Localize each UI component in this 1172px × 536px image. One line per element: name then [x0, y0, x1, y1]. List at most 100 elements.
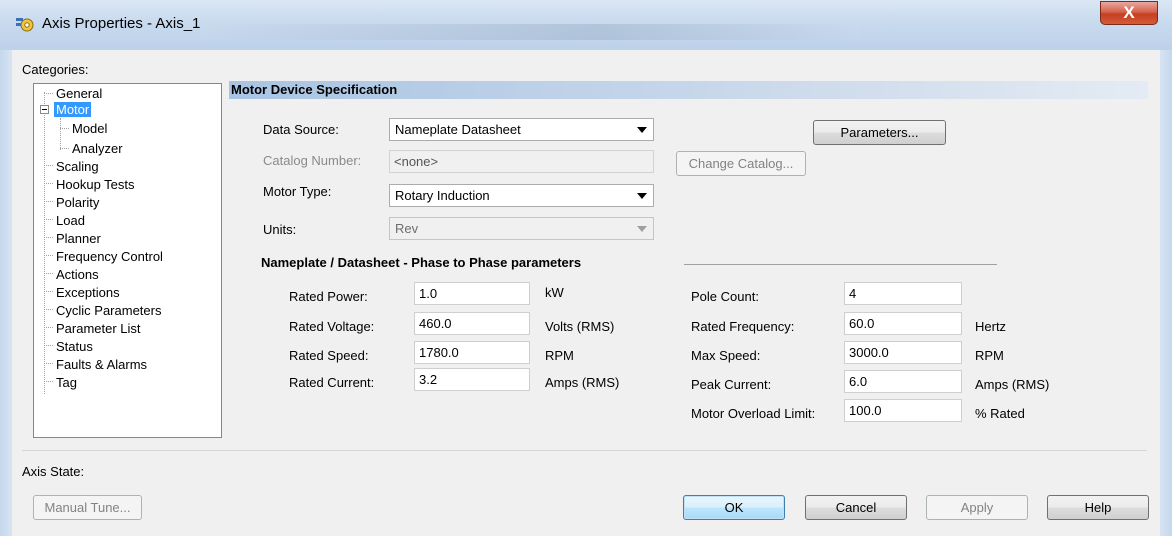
tree-item-cyclic-parameters[interactable]: Cyclic Parameters — [56, 303, 161, 318]
tree-connector — [44, 309, 53, 310]
footer-separator — [22, 450, 1147, 451]
pole-count-value: 4 — [849, 286, 857, 301]
tree-item-load[interactable]: Load — [56, 213, 85, 228]
tree-connector — [44, 183, 53, 184]
tree-connector — [44, 165, 53, 166]
catalog-number-label: Catalog Number: — [263, 153, 362, 168]
max-speed-unit: RPM — [975, 348, 1004, 363]
tree-connector — [60, 148, 69, 149]
peak-current-value: 6.0 — [849, 374, 868, 389]
close-icon: X — [1123, 3, 1135, 22]
help-button[interactable]: Help — [1047, 495, 1149, 520]
dropdown-arrow-icon — [637, 193, 647, 199]
motor-type-label: Motor Type: — [263, 184, 332, 199]
tree-item-exceptions[interactable]: Exceptions — [56, 285, 120, 300]
apply-button[interactable]: Apply — [926, 495, 1028, 520]
rated-power-field[interactable]: 1.0 — [414, 282, 530, 305]
rated-speed-label: Rated Speed: — [289, 348, 369, 363]
tree-item-actions[interactable]: Actions — [56, 267, 99, 282]
tree-item-parameter-list[interactable]: Parameter List — [56, 321, 141, 336]
max-speed-field[interactable]: 3000.0 — [844, 341, 962, 364]
categories-label: Categories: — [22, 62, 89, 77]
tree-connector — [44, 381, 53, 382]
tree-item-hookup-tests[interactable]: Hookup Tests — [56, 177, 135, 192]
rated-power-value: 1.0 — [419, 286, 438, 301]
motor-overload-limit-unit: % Rated — [975, 406, 1025, 421]
ok-button[interactable]: OK — [683, 495, 785, 520]
tree-item-tag[interactable]: Tag — [56, 375, 77, 390]
tree-connector — [44, 237, 53, 238]
section-title: Motor Device Specification — [231, 82, 398, 97]
parameters-button[interactable]: Parameters... — [813, 120, 946, 145]
data-source-select[interactable]: Nameplate Datasheet — [389, 118, 654, 141]
tree-connector — [60, 128, 69, 129]
tree-connector — [44, 93, 53, 94]
dropdown-arrow-icon — [637, 226, 647, 232]
background-window-tabs — [200, 24, 860, 40]
motor-overload-limit-field[interactable]: 100.0 — [844, 399, 962, 422]
tree-connector — [44, 345, 53, 346]
tree-item-general[interactable]: General — [56, 86, 102, 101]
title-bar: Axis Properties - Axis_1 X — [0, 0, 1172, 50]
data-source-value: Nameplate Datasheet — [395, 122, 521, 137]
rated-frequency-value: 60.0 — [849, 316, 875, 331]
motor-type-value: Rotary Induction — [395, 188, 490, 203]
tree-connector — [44, 255, 53, 256]
rated-current-unit: Amps (RMS) — [545, 375, 620, 390]
tree-item-status[interactable]: Status — [56, 339, 93, 354]
pole-count-label: Pole Count: — [691, 289, 759, 304]
tree-item-frequency-control[interactable]: Frequency Control — [56, 249, 163, 264]
tree-connector — [44, 273, 53, 274]
peak-current-field[interactable]: 6.0 — [844, 370, 962, 393]
tree-item-motor[interactable]: Motor — [54, 102, 92, 117]
window-frame-left — [0, 50, 12, 536]
change-catalog-button[interactable]: Change Catalog... — [676, 151, 806, 176]
motor-overload-limit-label: Motor Overload Limit: — [691, 406, 816, 421]
categories-tree[interactable]: General Motor Model Analyzer Scaling Hoo… — [33, 83, 222, 438]
manual-tune-button[interactable]: Manual Tune... — [33, 495, 142, 520]
rated-current-label: Rated Current: — [289, 375, 375, 390]
rated-current-field[interactable]: 3.2 — [414, 368, 530, 391]
rated-frequency-label: Rated Frequency: — [691, 319, 795, 334]
tree-item-scaling[interactable]: Scaling — [56, 159, 99, 174]
rated-voltage-unit: Volts (RMS) — [545, 319, 615, 334]
section-separator — [684, 264, 997, 265]
rated-voltage-label: Rated Voltage: — [289, 319, 375, 334]
tree-connector — [44, 92, 45, 394]
rated-voltage-field[interactable]: 460.0 — [414, 312, 530, 335]
pole-count-field[interactable]: 4 — [844, 282, 962, 305]
motor-type-select[interactable]: Rotary Induction — [389, 184, 654, 207]
close-button[interactable]: X — [1100, 1, 1158, 25]
axis-state-label: Axis State: — [22, 464, 85, 479]
units-value: Rev — [395, 221, 419, 236]
rated-speed-unit: RPM — [545, 348, 574, 363]
tree-connector — [44, 291, 53, 292]
catalog-number-field: <none> — [389, 150, 654, 173]
section-header: Motor Device Specification — [229, 81, 1148, 99]
units-select: Rev — [389, 217, 654, 240]
tree-item-polarity[interactable]: Polarity — [56, 195, 99, 210]
tree-connector — [44, 363, 53, 364]
rated-frequency-unit: Hertz — [975, 319, 1007, 334]
rated-power-label: Rated Power: — [289, 289, 368, 304]
max-speed-value: 3000.0 — [849, 345, 889, 360]
tree-connector — [60, 118, 61, 150]
nameplate-section-title: Nameplate / Datasheet - Phase to Phase p… — [261, 255, 582, 270]
tree-item-planner[interactable]: Planner — [56, 231, 101, 246]
tree-item-analyzer[interactable]: Analyzer — [72, 141, 123, 156]
dropdown-arrow-icon — [637, 127, 647, 133]
tree-item-faults-alarms[interactable]: Faults & Alarms — [56, 357, 147, 372]
rated-frequency-field[interactable]: 60.0 — [844, 312, 962, 335]
tree-connector — [44, 219, 53, 220]
catalog-number-value: <none> — [394, 154, 439, 169]
motor-overload-limit-value: 100.0 — [849, 403, 882, 418]
rated-speed-value: 1780.0 — [419, 345, 459, 360]
window-title: Axis Properties - Axis_1 — [42, 15, 201, 32]
rated-speed-field[interactable]: 1780.0 — [414, 341, 530, 364]
cancel-button[interactable]: Cancel — [805, 495, 907, 520]
data-source-label: Data Source: — [263, 122, 339, 137]
tree-item-model[interactable]: Model — [72, 121, 107, 136]
collapse-icon[interactable] — [40, 105, 49, 114]
units-label: Units: — [263, 222, 297, 237]
rated-current-value: 3.2 — [419, 372, 438, 387]
